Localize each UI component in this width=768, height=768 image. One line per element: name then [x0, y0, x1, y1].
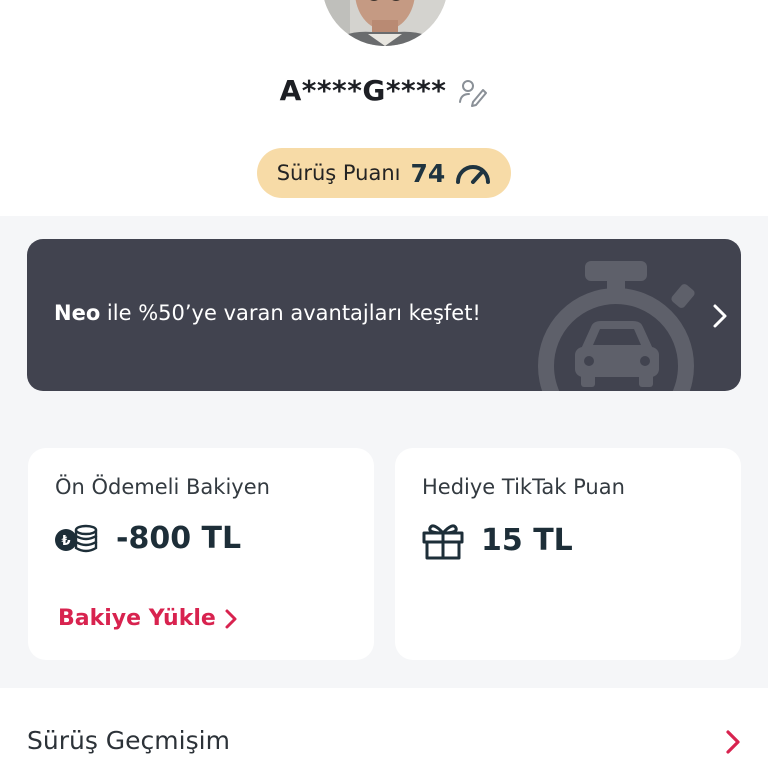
- user-name: A****G****: [279, 73, 447, 107]
- svg-text:₺: ₺: [61, 534, 70, 549]
- gift-value: 15 TL: [481, 522, 573, 558]
- driving-score-value: 74: [410, 158, 446, 188]
- driving-score-label: Sürüş Puanı: [276, 161, 401, 185]
- coins-icon: ₺: [54, 520, 100, 556]
- gift-points-card: Hediye TikTak Puan 15 TL: [395, 448, 741, 660]
- neo-promo-banner[interactable]: Neo ile %50’ye varan avantajları keşfet!: [27, 239, 741, 391]
- promo-description: ile %50’ye varan avantajları keşfet!: [100, 301, 481, 325]
- chevron-right-icon: [224, 607, 238, 631]
- chevron-right-icon: [726, 730, 740, 754]
- load-balance-label: Bakiye Yükle: [58, 606, 216, 631]
- avatar[interactable]: [322, 0, 448, 46]
- balance-card-title: Ön Ödemeli Bakiyen: [55, 475, 270, 499]
- profile-header: A****G**** Sürüş Puanı 74: [0, 0, 768, 216]
- balance-value: -800 TL: [116, 520, 242, 556]
- load-balance-button[interactable]: Bakiye Yükle: [58, 606, 238, 631]
- stopwatch-car-icon: [538, 261, 695, 391]
- balance-value-row: ₺ -800 TL: [54, 520, 241, 556]
- prepaid-balance-card: Ön Ödemeli Bakiyen ₺ -800 TL Bakiye Yükl…: [28, 448, 374, 660]
- promo-text: Neo ile %50’ye varan avantajları keşfet!: [54, 301, 481, 325]
- gift-icon: [421, 520, 465, 560]
- promo-brand: Neo: [54, 301, 101, 325]
- speedometer-gauge-icon: [455, 162, 491, 184]
- gift-value-row: 15 TL: [421, 520, 573, 560]
- gift-card-title: Hediye TikTak Puan: [422, 475, 625, 499]
- edit-pencil-icon[interactable]: [458, 77, 488, 107]
- driving-score-badge[interactable]: Sürüş Puanı 74: [257, 148, 511, 198]
- user-photo: [322, 0, 448, 46]
- chevron-right-icon: [713, 304, 727, 328]
- driving-history-menu-item[interactable]: Sürüş Geçmişim: [0, 688, 768, 768]
- driving-history-label: Sürüş Geçmişim: [27, 726, 230, 755]
- user-name-row: A****G****: [0, 72, 768, 108]
